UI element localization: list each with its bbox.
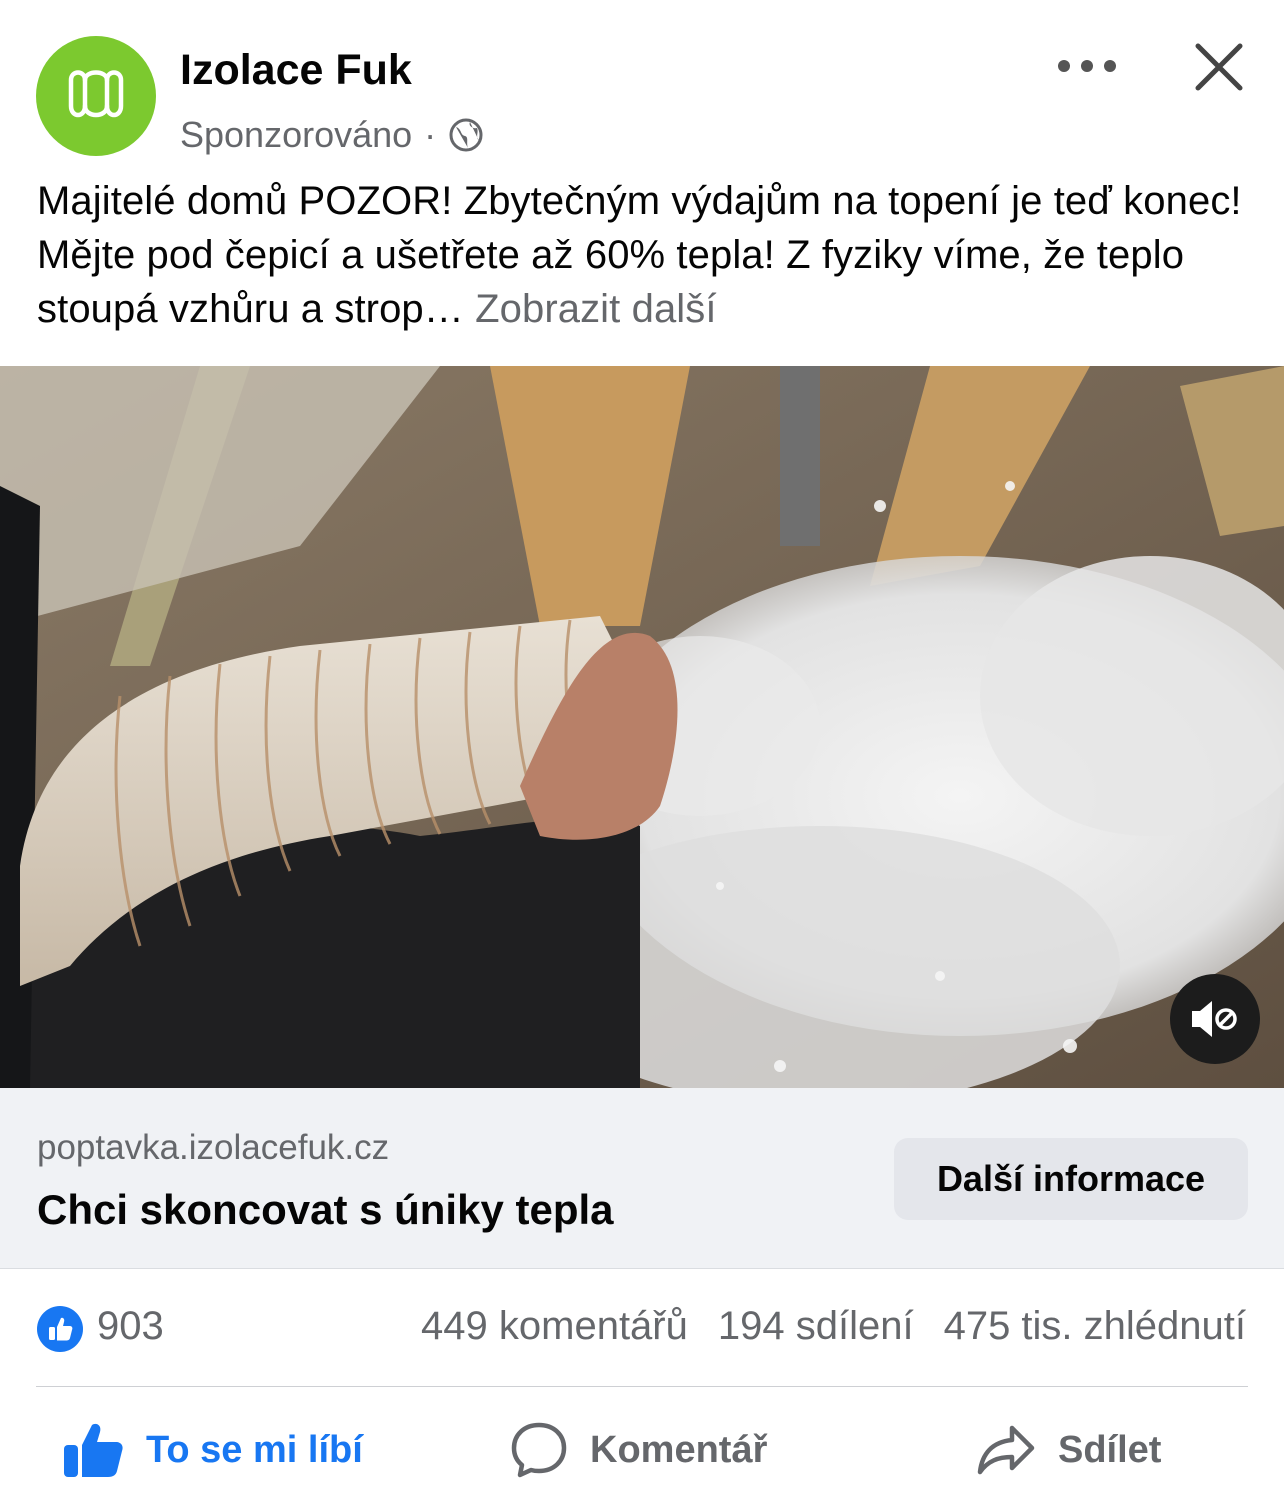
thumbs-up-icon — [62, 1421, 124, 1479]
share-button-label: Sdílet — [1058, 1428, 1162, 1471]
like-button-label: To se mi líbí — [146, 1428, 363, 1471]
comment-button-label: Komentář — [590, 1428, 768, 1471]
mute-toggle-button[interactable] — [1170, 974, 1260, 1064]
link-domain: poptavka.izolacefuk.cz — [37, 1128, 390, 1167]
more-options-button[interactable] — [1058, 48, 1116, 84]
shares-count[interactable]: 194 sdílení — [718, 1304, 914, 1349]
page-avatar[interactable] — [36, 36, 156, 156]
more-dot — [1081, 60, 1093, 72]
action-bar: To se mi líbí Komentář Sdílet — [0, 1410, 1284, 1490]
engagement-stats: 903 449 komentářů 194 sdílení 475 tis. z… — [0, 1300, 1284, 1360]
post-meta: Sponzorováno · — [180, 114, 484, 156]
comment-bubble-icon — [510, 1421, 568, 1479]
page-name[interactable]: Izolace Fuk — [180, 46, 412, 95]
comments-count[interactable]: 449 komentářů — [421, 1304, 688, 1349]
like-reaction-icon[interactable] — [37, 1306, 83, 1352]
muted-speaker-icon — [1192, 1001, 1237, 1037]
thumbs-up-icon — [49, 1317, 73, 1341]
video-player[interactable] — [0, 366, 1284, 1088]
globe-icon[interactable] — [448, 117, 484, 153]
meta-separator: · — [424, 114, 437, 155]
see-more-link[interactable]: Zobrazit další — [475, 287, 717, 331]
views-count: 475 tis. zhlédnutí — [943, 1304, 1246, 1348]
reaction-count[interactable]: 903 — [97, 1304, 164, 1349]
comment-button[interactable]: Komentář — [510, 1410, 767, 1490]
close-icon[interactable] — [1192, 40, 1246, 94]
sponsored-label[interactable]: Sponzorováno — [180, 114, 412, 156]
like-button[interactable]: To se mi líbí — [62, 1410, 363, 1490]
post-text: Majitelé domů POZOR! Zbytečným výdajům n… — [37, 174, 1257, 336]
more-dot — [1058, 60, 1070, 72]
video-frame — [0, 366, 1284, 1088]
post-stats: 449 komentářů 194 sdílení 475 tis. zhléd… — [421, 1304, 1246, 1349]
share-button[interactable]: Sdílet — [976, 1410, 1161, 1490]
post-header: Izolace Fuk Sponzorováno · — [0, 0, 1284, 170]
learn-more-button[interactable]: Další informace — [894, 1138, 1248, 1220]
brand-logo-icon — [68, 70, 124, 118]
divider — [36, 1386, 1248, 1387]
share-arrow-icon — [976, 1424, 1036, 1476]
more-dot — [1104, 60, 1116, 72]
link-title[interactable]: Chci skoncovat s úniky tepla — [37, 1186, 614, 1234]
